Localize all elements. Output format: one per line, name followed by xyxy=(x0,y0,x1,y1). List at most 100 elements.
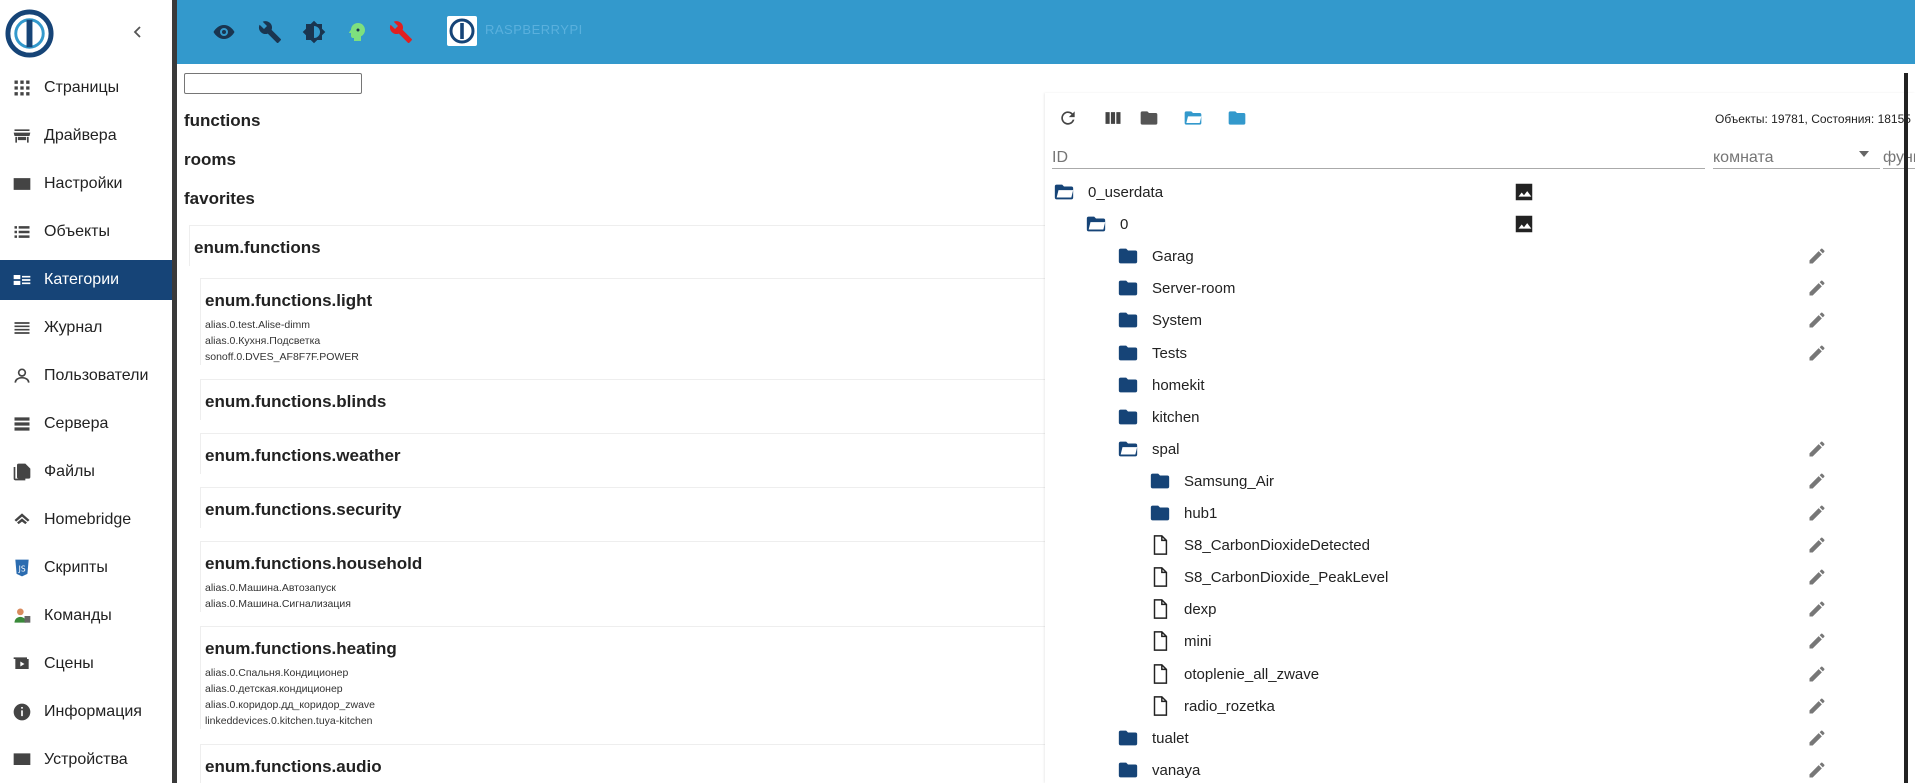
tree-row[interactable]: otoplenie_all_zwave xyxy=(1045,658,1915,690)
enum-member[interactable]: sonoff.0.DVES_AF8F7F.POWER xyxy=(201,349,1045,365)
expert-mode-button[interactable] xyxy=(255,17,285,47)
folder-icon[interactable] xyxy=(1116,309,1140,331)
collapse-sidebar-button[interactable] xyxy=(124,19,152,47)
edit-icon[interactable] xyxy=(1807,696,1827,716)
sidebar-item-commands[interactable]: Команды xyxy=(0,596,172,636)
enum-card[interactable]: enum.functions.household alias.0.Машина.А… xyxy=(200,541,1045,612)
folder-icon[interactable] xyxy=(1116,727,1140,749)
edit-icon[interactable] xyxy=(1807,535,1827,555)
tree-row[interactable]: homekit xyxy=(1045,369,1915,401)
enum-card[interactable]: enum.functions xyxy=(189,225,1045,266)
room-dropdown-arrow-icon[interactable] xyxy=(1859,151,1869,157)
refresh-button[interactable] xyxy=(1054,104,1082,132)
file-icon[interactable] xyxy=(1148,695,1172,717)
edit-icon[interactable] xyxy=(1807,760,1827,780)
folder-icon[interactable] xyxy=(1116,342,1140,364)
sidebar-item-homebridge[interactable]: Homebridge xyxy=(0,500,172,540)
image-icon[interactable] xyxy=(1513,213,1535,235)
edit-icon[interactable] xyxy=(1807,471,1827,491)
page-scrollbar[interactable] xyxy=(1904,73,1908,783)
tree-row[interactable]: S8_CarbonDioxide_PeakLevel xyxy=(1045,561,1915,593)
tree-row[interactable]: vanaya xyxy=(1045,754,1915,783)
tree-row[interactable]: dexp xyxy=(1045,593,1915,625)
edit-icon[interactable] xyxy=(1807,246,1827,266)
edit-icon[interactable] xyxy=(1807,664,1827,684)
sidebar-item-list[interactable]: Объекты xyxy=(0,212,172,252)
folder-open-icon[interactable] xyxy=(1116,438,1140,460)
columns-button[interactable] xyxy=(1099,104,1127,132)
enum-member[interactable]: alias.0.детская.кондиционер xyxy=(201,681,1045,697)
sidebar-item-scenes[interactable]: Сцены xyxy=(0,644,172,684)
folder-icon[interactable] xyxy=(1148,502,1172,524)
folder-icon[interactable] xyxy=(1116,406,1140,428)
tree-row[interactable]: tualet xyxy=(1045,722,1915,754)
tree-row[interactable]: kitchen xyxy=(1045,401,1915,433)
tree-row[interactable]: S8_CarbonDioxideDetected xyxy=(1045,529,1915,561)
folder-icon[interactable] xyxy=(1116,277,1140,299)
edit-icon[interactable] xyxy=(1807,503,1827,523)
sidebar-item-files[interactable]: Файлы xyxy=(0,452,172,492)
file-icon[interactable] xyxy=(1148,598,1172,620)
expand-all-button[interactable] xyxy=(1179,104,1207,132)
enum-card[interactable]: enum.functions.heating alias.0.Спальня.Ко… xyxy=(200,626,1045,729)
root-category-rooms[interactable]: rooms xyxy=(184,150,236,170)
sidebar-item-card[interactable]: Настройки xyxy=(0,164,172,204)
folder-icon[interactable] xyxy=(1116,374,1140,396)
folder-open-icon[interactable] xyxy=(1084,213,1108,235)
edit-icon[interactable] xyxy=(1807,278,1827,298)
root-category-favorites[interactable]: favorites xyxy=(184,189,255,209)
tree-row[interactable]: Garag xyxy=(1045,240,1915,272)
root-category-functions[interactable]: functions xyxy=(184,111,261,131)
sidebar-item-grid[interactable]: Страницы xyxy=(0,68,172,108)
enum-card[interactable]: enum.functions.light alias.0.test.Alise-d… xyxy=(200,278,1045,365)
sidebar-item-info[interactable]: Информация xyxy=(0,692,172,732)
sidebar-item-category[interactable]: Категории xyxy=(0,260,172,300)
enum-member[interactable]: alias.0.test.Alise-dimm xyxy=(201,317,1045,333)
id-filter-input[interactable] xyxy=(1052,147,1705,169)
tree-row[interactable]: 0_userdata xyxy=(1045,176,1915,208)
file-icon[interactable] xyxy=(1148,663,1172,685)
enum-member[interactable]: alias.0.Кухня.Подсветка xyxy=(201,333,1045,349)
admin-tools-button[interactable] xyxy=(386,17,416,47)
sidebar-item-devices[interactable]: Устройства xyxy=(0,740,172,780)
edit-icon[interactable] xyxy=(1807,310,1827,330)
folder-icon[interactable] xyxy=(1148,470,1172,492)
edit-icon[interactable] xyxy=(1807,728,1827,748)
enum-card[interactable]: enum.functions.audio xyxy=(200,744,1045,783)
iobroker-logo[interactable] xyxy=(4,8,55,59)
image-icon[interactable] xyxy=(1513,181,1535,203)
enum-member[interactable]: alias.0.Машина.Автозапуск xyxy=(201,580,1045,596)
expand-one-button[interactable] xyxy=(1223,104,1251,132)
tree-row[interactable]: spal xyxy=(1045,433,1915,465)
edit-icon[interactable] xyxy=(1807,631,1827,651)
enum-card[interactable]: enum.functions.weather xyxy=(200,433,1045,474)
tree-row[interactable]: radio_rozetka xyxy=(1045,690,1915,722)
tree-row[interactable]: 0 xyxy=(1045,208,1915,240)
enum-card[interactable]: enum.functions.blinds xyxy=(200,379,1045,420)
theme-toggle-button[interactable] xyxy=(299,17,329,47)
collapse-all-button[interactable] xyxy=(1135,104,1163,132)
room-filter-select[interactable] xyxy=(1713,147,1880,169)
folder-icon[interactable] xyxy=(1116,245,1140,267)
sidebar-item-log[interactable]: Журнал xyxy=(0,308,172,348)
tree-row[interactable]: hub1 xyxy=(1045,497,1915,529)
enum-member[interactable]: alias.0.Машина.Сигнализация xyxy=(201,596,1045,612)
sidebar-item-server[interactable]: Сервера xyxy=(0,404,172,444)
function-filter-select[interactable] xyxy=(1883,147,1915,169)
folder-open-icon[interactable] xyxy=(1052,181,1076,203)
category-search-input[interactable] xyxy=(184,73,362,94)
edit-icon[interactable] xyxy=(1807,439,1827,459)
sidebar-item-user[interactable]: Пользователи xyxy=(0,356,172,396)
eye-button[interactable] xyxy=(209,17,239,47)
tree-row[interactable]: mini xyxy=(1045,625,1915,657)
enum-member[interactable]: linkeddevices.0.kitchen.tuya-kitchen xyxy=(201,713,1045,729)
edit-icon[interactable] xyxy=(1807,343,1827,363)
tree-row[interactable]: Tests xyxy=(1045,337,1915,369)
folder-icon[interactable] xyxy=(1116,759,1140,781)
tree-row[interactable]: Samsung_Air xyxy=(1045,465,1915,497)
enum-member[interactable]: alias.0.Спальня.Кондиционер xyxy=(201,665,1045,681)
file-icon[interactable] xyxy=(1148,534,1172,556)
edit-icon[interactable] xyxy=(1807,599,1827,619)
user-status-button[interactable] xyxy=(342,17,372,47)
edit-icon[interactable] xyxy=(1807,567,1827,587)
